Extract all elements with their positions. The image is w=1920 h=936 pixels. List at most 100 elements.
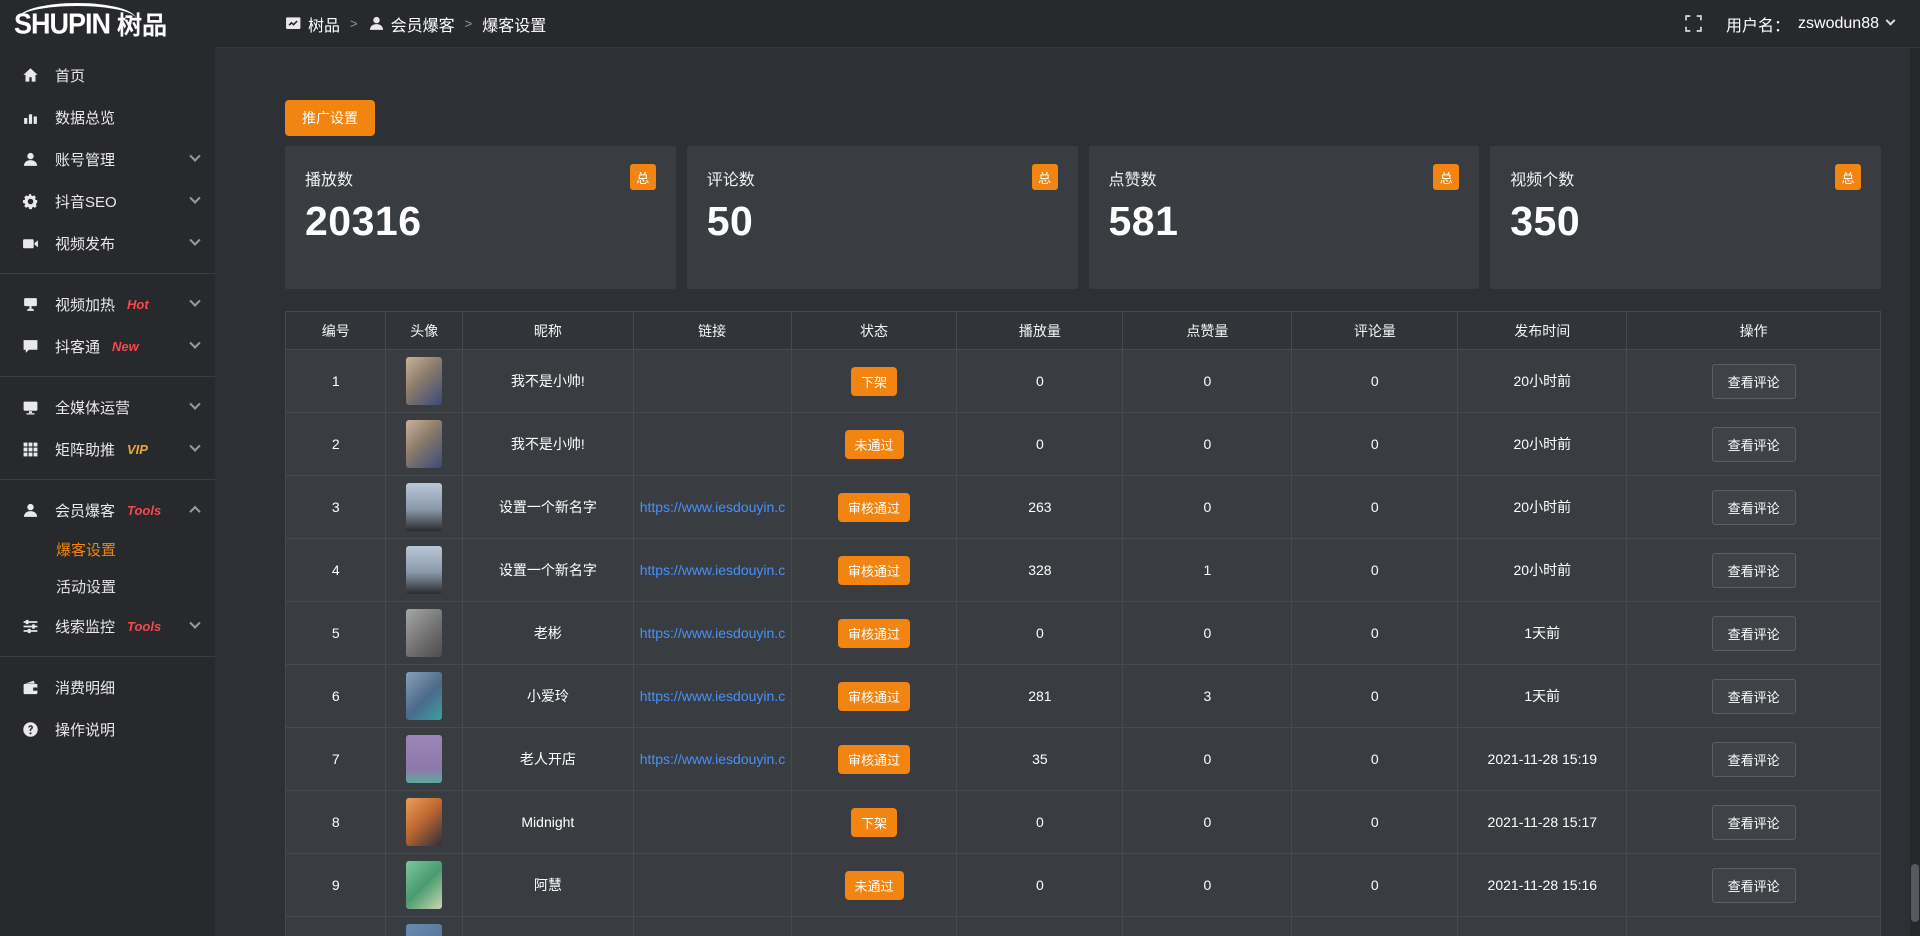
breadcrumb-member-baoke[interactable]: 会员爆客 bbox=[368, 12, 455, 36]
table-row: 7 老人开店 https://www.iesdouyin.c 审核通过 35 0… bbox=[286, 728, 1881, 791]
view-comments-button[interactable]: 查看评论 bbox=[1712, 553, 1796, 588]
promo-settings-button[interactable]: 推广设置 bbox=[285, 100, 375, 136]
view-comments-button[interactable]: 查看评论 bbox=[1712, 868, 1796, 903]
cell-likes bbox=[1123, 917, 1292, 936]
sidebar-item-member-baoke[interactable]: 会员爆客 Tools bbox=[0, 489, 215, 531]
sidebar-item-matrix-boost[interactable]: 矩阵助推 VIP bbox=[0, 428, 215, 470]
stat-card-label: 点赞数 bbox=[1109, 166, 1460, 190]
cell-number: 6 bbox=[286, 665, 386, 728]
topbar: 树品 > 会员爆客 > 爆客设置 用户名：zswodun88 bbox=[215, 0, 1920, 48]
table-row: 5 老彬 https://www.iesdouyin.c 审核通过 0 0 0 … bbox=[286, 602, 1881, 665]
sidebar-item-video-publish[interactable]: 视频发布 bbox=[0, 222, 215, 264]
cell-time: 2021-11-28 15:16 bbox=[1458, 854, 1627, 917]
chevron-down-icon bbox=[189, 338, 200, 349]
cell-comments: 0 bbox=[1292, 602, 1458, 665]
status-badge: 审核通过 bbox=[838, 493, 910, 522]
cell-plays: 0 bbox=[957, 854, 1123, 917]
cell-plays: 0 bbox=[957, 413, 1123, 476]
sidebar-item-account-management[interactable]: 账号管理 bbox=[0, 138, 215, 180]
total-badge: 总 bbox=[1835, 164, 1861, 190]
grid-icon bbox=[22, 441, 40, 458]
logo-text-en: SHUPIN bbox=[14, 8, 110, 41]
cell-avatar bbox=[386, 791, 463, 854]
cell-nickname: 设置一个新名字 bbox=[463, 476, 634, 539]
cell-comments: 0 bbox=[1292, 539, 1458, 602]
videos-table-wrap: 编号头像昵称链接状态播放量点赞量评论量发布时间操作 1 我不是小帅! 下架 0 … bbox=[285, 311, 1881, 936]
breadcrumb-baoke-settings[interactable]: 爆客设置 bbox=[482, 12, 546, 36]
breadcrumb-separator: > bbox=[350, 16, 358, 31]
stat-card-label: 评论数 bbox=[707, 166, 1058, 190]
sidebar-item-clue-monitor[interactable]: 线索监控 Tools bbox=[0, 605, 215, 647]
view-comments-button[interactable]: 查看评论 bbox=[1712, 616, 1796, 651]
avatar bbox=[406, 420, 442, 468]
view-comments-button[interactable]: 查看评论 bbox=[1712, 427, 1796, 462]
user-menu[interactable]: 用户名：zswodun88 bbox=[1726, 12, 1894, 36]
wallet-icon bbox=[22, 679, 40, 696]
avatar bbox=[406, 609, 442, 657]
cell-time: 20小时前 bbox=[1458, 350, 1627, 413]
breadcrumb-separator: > bbox=[465, 16, 473, 31]
view-comments-button[interactable]: 查看评论 bbox=[1712, 805, 1796, 840]
view-comments-button[interactable]: 查看评论 bbox=[1712, 742, 1796, 777]
video-link[interactable]: https://www.iesdouyin.c bbox=[634, 751, 791, 767]
sidebar-item-home[interactable]: 首页 bbox=[0, 54, 215, 96]
sidebar-item-douketong[interactable]: 抖客通 New bbox=[0, 325, 215, 367]
video-link[interactable]: https://www.iesdouyin.c bbox=[634, 688, 791, 704]
sidebar-subitem-baoke-settings[interactable]: 爆客设置 bbox=[0, 531, 215, 568]
cell-likes: 0 bbox=[1123, 602, 1292, 665]
breadcrumb-label: 会员爆客 bbox=[391, 12, 455, 36]
cell-nickname: 小爱玲 bbox=[463, 665, 634, 728]
sidebar-item-label: 会员爆客 bbox=[55, 500, 115, 521]
cell-action: 查看评论 bbox=[1627, 413, 1881, 476]
cell-avatar bbox=[386, 539, 463, 602]
status-badge: 审核通过 bbox=[838, 745, 910, 774]
cell-number: 4 bbox=[286, 539, 386, 602]
cell-comments bbox=[1292, 917, 1458, 936]
sidebar-item-label: 视频发布 bbox=[55, 233, 115, 254]
cell-number: 7 bbox=[286, 728, 386, 791]
sidebar-item-all-media-operation[interactable]: 全媒体运营 bbox=[0, 386, 215, 428]
sidebar-item-consumption-details[interactable]: 消费明细 bbox=[0, 666, 215, 708]
status-badge: 下架 bbox=[851, 367, 897, 396]
video-link[interactable]: https://www.iesdouyin.c bbox=[634, 562, 791, 578]
chevron-down-icon bbox=[189, 151, 200, 162]
sidebar-item-data-overview[interactable]: 数据总览 bbox=[0, 96, 215, 138]
sidebar-item-video-heat[interactable]: 视频加热 Hot bbox=[0, 283, 215, 325]
chevron-down-icon bbox=[189, 399, 200, 410]
column-header: 点赞量 bbox=[1123, 312, 1292, 350]
cell-nickname: Midnight bbox=[463, 791, 634, 854]
cell-avatar bbox=[386, 917, 463, 936]
sidebar-item-operation-guide[interactable]: 操作说明 bbox=[0, 708, 215, 750]
cell-time: 20小时前 bbox=[1458, 476, 1627, 539]
view-comments-button[interactable]: 查看评论 bbox=[1712, 679, 1796, 714]
fullscreen-icon[interactable] bbox=[1685, 15, 1702, 32]
cell-avatar bbox=[386, 413, 463, 476]
view-comments-button[interactable]: 查看评论 bbox=[1712, 490, 1796, 525]
breadcrumb-shupin[interactable]: 树品 bbox=[285, 12, 340, 36]
chevron-up-icon bbox=[189, 506, 200, 517]
table-row: 2 我不是小帅! 未通过 0 0 0 20小时前 查看评论 bbox=[286, 413, 1881, 476]
vertical-scrollbar[interactable] bbox=[1910, 48, 1920, 936]
avatar bbox=[406, 861, 442, 909]
column-header: 操作 bbox=[1627, 312, 1881, 350]
cell-nickname: 我不是小帅! bbox=[463, 413, 634, 476]
cell-likes: 0 bbox=[1123, 413, 1292, 476]
cell-action: 查看评论 bbox=[1627, 665, 1881, 728]
cell-comments: 0 bbox=[1292, 854, 1458, 917]
cell-comments: 0 bbox=[1292, 791, 1458, 854]
cell-number: 1 bbox=[286, 350, 386, 413]
video-link[interactable]: https://www.iesdouyin.c bbox=[634, 625, 791, 641]
cell-link: https://www.iesdouyin.c bbox=[633, 665, 791, 728]
breadcrumb-label: 爆客设置 bbox=[482, 12, 546, 36]
view-comments-button[interactable]: 查看评论 bbox=[1712, 364, 1796, 399]
scrollbar-thumb[interactable] bbox=[1911, 864, 1919, 922]
cell-status: 未通过 bbox=[791, 413, 957, 476]
sidebar-item-douyin-seo[interactable]: 抖音SEO bbox=[0, 180, 215, 222]
video-link[interactable]: https://www.iesdouyin.c bbox=[634, 499, 791, 515]
column-header: 编号 bbox=[286, 312, 386, 350]
sliders-icon bbox=[22, 618, 40, 635]
video-icon bbox=[22, 235, 40, 252]
sidebar-subitem-activity-settings[interactable]: 活动设置 bbox=[0, 568, 215, 605]
chevron-down-icon bbox=[189, 235, 200, 246]
table-row: 8 Midnight 下架 0 0 0 2021-11-28 15:17 查看评… bbox=[286, 791, 1881, 854]
